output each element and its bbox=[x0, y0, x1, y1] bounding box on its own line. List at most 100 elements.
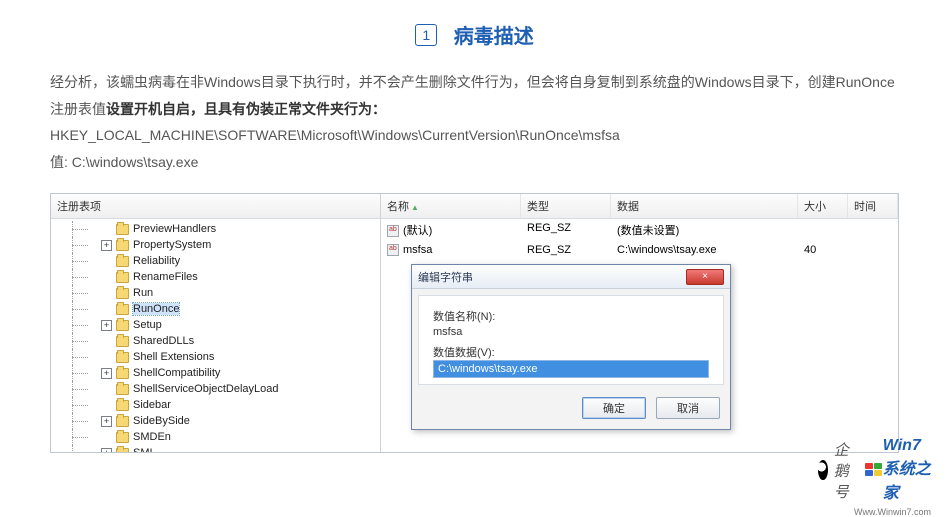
desc-emphasis: 设置开机自启，且具有伪装正常文件夹行为： bbox=[106, 101, 386, 117]
folder-icon bbox=[116, 320, 129, 331]
ok-button[interactable]: 确定 bbox=[582, 397, 646, 419]
dialog-buttons: 确定 取消 bbox=[412, 391, 730, 429]
collapse-icon bbox=[101, 288, 112, 299]
value-name-label: 数值名称(N): bbox=[433, 308, 709, 324]
tree-item-renamefiles[interactable]: RenameFiles bbox=[51, 269, 380, 285]
tree-label: Reliability bbox=[133, 255, 180, 267]
collapse-icon bbox=[101, 352, 112, 363]
string-value-icon bbox=[387, 244, 399, 256]
values-list[interactable]: (默认)REG_SZ(数值未设置)msfsaREG_SZC:\windows\t… bbox=[381, 219, 898, 259]
expand-icon[interactable]: + bbox=[101, 320, 112, 331]
dialog-title: 编辑字符串 bbox=[418, 269, 473, 285]
tree-item-runonce[interactable]: RunOnce bbox=[51, 301, 380, 317]
collapse-icon bbox=[101, 224, 112, 235]
expand-icon[interactable]: + bbox=[101, 448, 112, 453]
value-name-text: msfsa bbox=[433, 326, 709, 338]
folder-icon bbox=[116, 288, 129, 299]
tree-label: SideBySide bbox=[133, 415, 190, 427]
tree-label: RenameFiles bbox=[133, 271, 198, 283]
collapse-icon bbox=[101, 304, 112, 315]
registry-tree-pane: 注册表项 PreviewHandlers + PropertySystem Relia… bbox=[51, 194, 381, 452]
tree-label: Shell Extensions bbox=[133, 351, 214, 363]
penguin-icon bbox=[818, 460, 828, 480]
folder-icon bbox=[116, 400, 129, 411]
col-name[interactable]: 名称▲ bbox=[381, 194, 521, 218]
tree-item-previewhandlers[interactable]: PreviewHandlers bbox=[51, 221, 380, 237]
folder-icon bbox=[116, 448, 129, 453]
tree-label: PreviewHandlers bbox=[133, 223, 216, 235]
tree-item-shellserviceobjectdelayload[interactable]: ShellServiceObjectDelayLoad bbox=[51, 381, 380, 397]
desc-value-label: 值: bbox=[50, 154, 72, 170]
value-row[interactable]: (默认)REG_SZ(数值未设置) bbox=[381, 219, 898, 241]
folder-icon bbox=[116, 304, 129, 315]
registry-tree[interactable]: PreviewHandlers + PropertySystem Reliabilit… bbox=[51, 219, 380, 452]
sort-arrow-icon: ▲ bbox=[411, 203, 419, 212]
tree-label: Sidebar bbox=[133, 399, 171, 411]
folder-icon bbox=[116, 352, 129, 363]
collapse-icon bbox=[101, 256, 112, 267]
cancel-button[interactable]: 取消 bbox=[656, 397, 720, 419]
folder-icon bbox=[116, 224, 129, 235]
values-header: 名称▲ 类型 数据 大小 时间 bbox=[381, 194, 898, 219]
tree-item-sidebar[interactable]: Sidebar bbox=[51, 397, 380, 413]
tree-item-smi[interactable]: + SMI bbox=[51, 445, 380, 452]
edit-string-dialog: 编辑字符串 × 数值名称(N): msfsa 数值数据(V): 确定 取消 bbox=[411, 264, 731, 430]
expand-icon[interactable]: + bbox=[101, 368, 112, 379]
expand-icon[interactable]: + bbox=[101, 416, 112, 427]
dialog-body: 数值名称(N): msfsa 数值数据(V): bbox=[418, 295, 724, 385]
tree-label: PropertySystem bbox=[133, 239, 211, 251]
tree-label: Run bbox=[133, 287, 153, 299]
tree-item-reliability[interactable]: Reliability bbox=[51, 253, 380, 269]
tree-label: SharedDLLs bbox=[133, 335, 194, 347]
tree-item-sidebyside[interactable]: + SideBySide bbox=[51, 413, 380, 429]
col-data[interactable]: 数据 bbox=[611, 194, 798, 218]
section-heading: 1 病毒描述 bbox=[50, 20, 899, 49]
watermark-text: 企鹅号 bbox=[834, 439, 856, 502]
collapse-icon bbox=[101, 432, 112, 443]
registry-editor-screenshot: 注册表项 PreviewHandlers + PropertySystem Relia… bbox=[50, 193, 899, 453]
description-paragraph: 经分析，该蠕虫病毒在非Windows目录下执行时，并不会产生删除文件行为，但会将… bbox=[50, 69, 899, 175]
tree-item-smden[interactable]: SMDEn bbox=[51, 429, 380, 445]
folder-icon bbox=[116, 416, 129, 427]
folder-icon bbox=[116, 384, 129, 395]
tree-item-propertysystem[interactable]: + PropertySystem bbox=[51, 237, 380, 253]
brand-subtext: Www.Winwin7.com bbox=[854, 507, 931, 517]
tree-label: SMDEn bbox=[133, 431, 171, 443]
folder-icon bbox=[116, 256, 129, 267]
brand-text: Win7系统之家 bbox=[883, 437, 933, 503]
tree-label: RunOnce bbox=[133, 303, 179, 315]
registry-values-pane: 名称▲ 类型 数据 大小 时间 (默认)REG_SZ(数值未设置)msfsaRE… bbox=[381, 194, 898, 452]
folder-icon bbox=[116, 336, 129, 347]
folder-icon bbox=[116, 368, 129, 379]
desc-registry-path: HKEY_LOCAL_MACHINE\SOFTWARE\Microsoft\Wi… bbox=[50, 127, 620, 143]
value-row[interactable]: msfsaREG_SZC:\windows\tsay.exe40 bbox=[381, 241, 898, 259]
collapse-icon bbox=[101, 272, 112, 283]
collapse-icon bbox=[101, 384, 112, 395]
tree-item-shell-extensions[interactable]: Shell Extensions bbox=[51, 349, 380, 365]
dialog-titlebar[interactable]: 编辑字符串 × bbox=[412, 265, 730, 289]
col-time[interactable]: 时间 bbox=[848, 194, 898, 218]
desc-value: C:\windows\tsay.exe bbox=[72, 154, 199, 170]
folder-icon bbox=[116, 240, 129, 251]
tree-label: ShellCompatibility bbox=[133, 367, 220, 379]
tree-label: ShellServiceObjectDelayLoad bbox=[133, 383, 279, 395]
tree-item-setup[interactable]: + Setup bbox=[51, 317, 380, 333]
heading-title: 病毒描述 bbox=[454, 20, 534, 49]
collapse-icon bbox=[101, 400, 112, 411]
tree-item-shellcompatibility[interactable]: + ShellCompatibility bbox=[51, 365, 380, 381]
expand-icon[interactable]: + bbox=[101, 240, 112, 251]
folder-icon bbox=[116, 432, 129, 443]
tree-label: Setup bbox=[133, 319, 162, 331]
value-data-label: 数值数据(V): bbox=[433, 344, 709, 360]
collapse-icon bbox=[101, 336, 112, 347]
close-icon[interactable]: × bbox=[686, 269, 724, 285]
tree-item-shareddlls[interactable]: SharedDLLs bbox=[51, 333, 380, 349]
value-data-input[interactable] bbox=[433, 360, 709, 378]
tree-header: 注册表项 bbox=[51, 194, 380, 219]
tree-label: SMI bbox=[133, 447, 153, 452]
string-value-icon bbox=[387, 225, 399, 237]
col-size[interactable]: 大小 bbox=[798, 194, 848, 218]
heading-number: 1 bbox=[415, 24, 437, 46]
tree-item-run[interactable]: Run bbox=[51, 285, 380, 301]
col-type[interactable]: 类型 bbox=[521, 194, 611, 218]
